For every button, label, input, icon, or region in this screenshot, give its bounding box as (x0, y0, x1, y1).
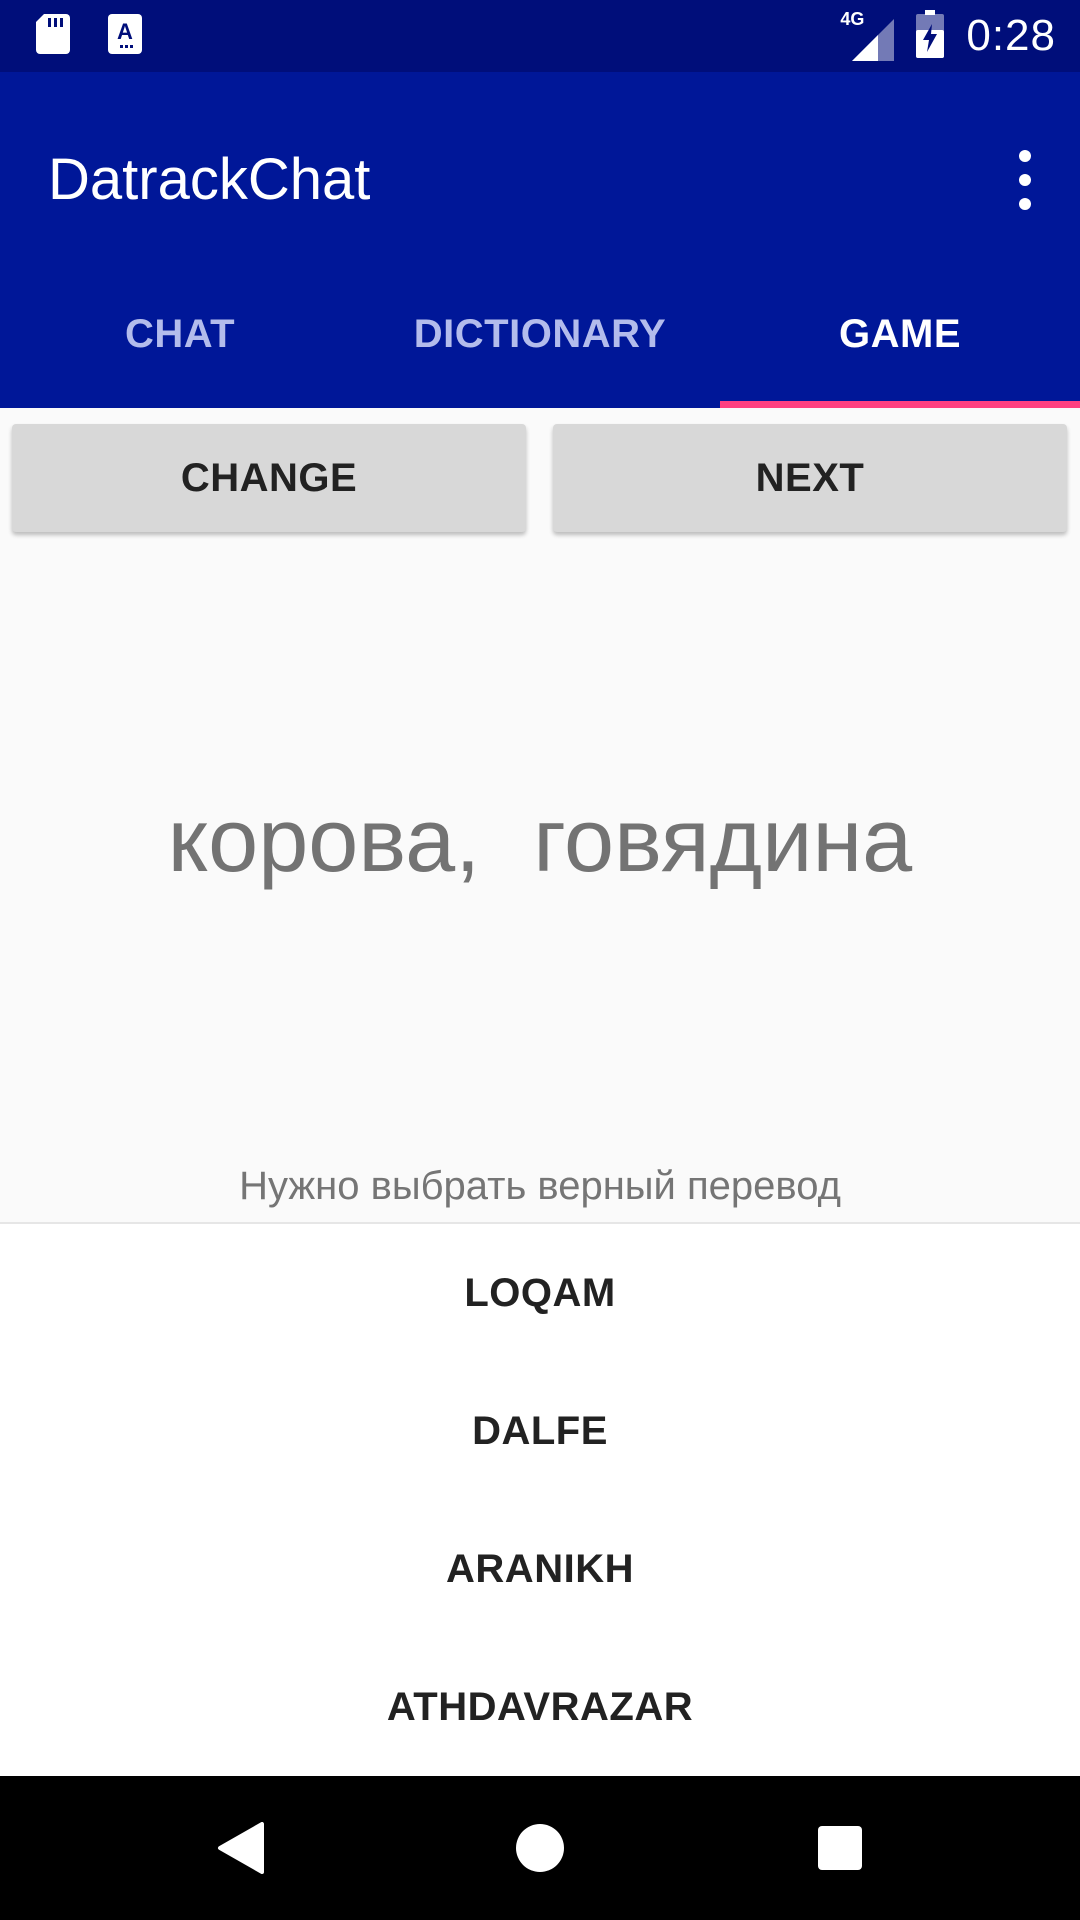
status-bar: A 4G 0:28 (0, 0, 1080, 72)
answer-option[interactable]: ARANIKH (0, 1500, 1080, 1638)
change-button[interactable]: CHANGE (12, 424, 526, 532)
tab-chat-label: CHAT (124, 311, 236, 356)
answer-option[interactable]: ATHDAVRAZAR (0, 1638, 1080, 1776)
tab-chat[interactable]: CHAT (0, 260, 360, 408)
battery-charging-icon (916, 9, 945, 63)
next-button[interactable]: NEXT (553, 424, 1067, 532)
status-clock: 0:28 (966, 11, 1056, 60)
game-word: корова, говядина (167, 791, 913, 891)
signal-4g-icon: 4G (840, 9, 895, 61)
keyboard-icon: A (108, 14, 142, 59)
tab-bar: CHAT DICTIONARY GAME (0, 260, 1080, 408)
recents-icon[interactable] (818, 1826, 862, 1870)
answer-options-list: LOQAM DALFE ARANIKH ATHDAVRAZAR (0, 1222, 1080, 1778)
tab-game[interactable]: GAME (720, 260, 1080, 408)
app-title: DatrackChat (48, 147, 371, 212)
more-vert-icon[interactable] (1010, 150, 1040, 210)
sd-card-icon (36, 14, 70, 59)
app-bar: DatrackChat CHAT DICTIONARY GAME (0, 72, 1080, 408)
answer-option[interactable]: LOQAM (0, 1224, 1080, 1362)
action-buttons: CHANGE NEXT (0, 424, 1080, 534)
tab-game-label: GAME (839, 311, 961, 356)
answer-option[interactable]: DALFE (0, 1362, 1080, 1500)
active-tab-indicator (720, 401, 1080, 408)
svg-text:A: A (117, 19, 133, 44)
tab-dictionary-label: DICTIONARY (413, 311, 667, 356)
tab-dictionary[interactable]: DICTIONARY (360, 260, 720, 408)
home-icon[interactable] (516, 1824, 564, 1872)
back-icon[interactable] (216, 1822, 264, 1879)
game-hint: Нужно выбрать верный перевод (239, 1164, 841, 1208)
